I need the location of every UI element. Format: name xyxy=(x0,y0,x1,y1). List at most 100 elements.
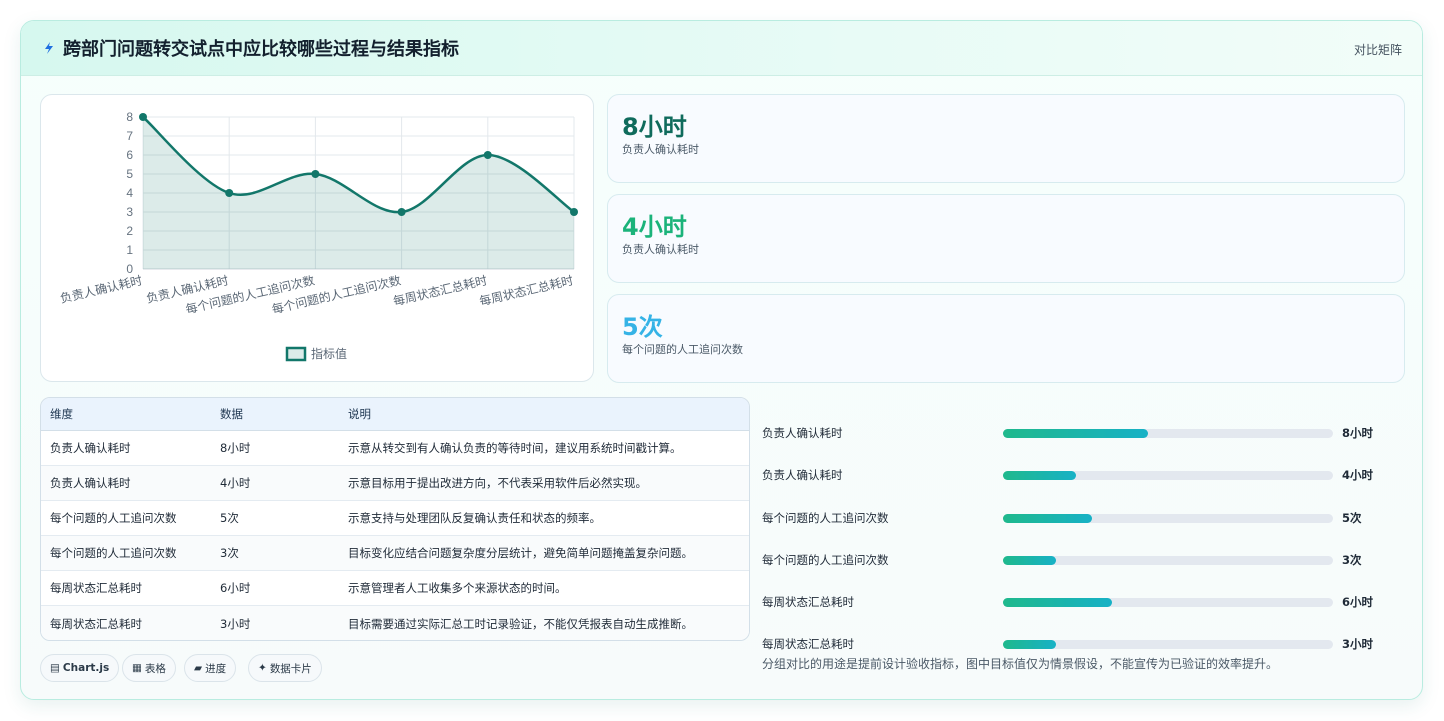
line-chart-panel: 0 1 2 3 4 5 6 7 8 负责人确认耗时 负责人确认耗时 每个问题的人工追问次数 每个问题的人… xyxy=(40,94,594,382)
stat-card: 4小时 负责人确认耗时 xyxy=(607,194,1405,283)
table-cell: 3小时 xyxy=(220,616,251,631)
progress-fill xyxy=(1003,471,1076,480)
data-point xyxy=(225,189,234,197)
progress-value: 3次 xyxy=(1342,553,1362,567)
data-point xyxy=(311,170,320,178)
progress-row: 每周状态汇总耗时 3小时 xyxy=(762,634,1402,654)
stat-label: 负责人确认耗时 xyxy=(622,243,699,256)
table-cell: 示意从转交到有人确认负责的等待时间，建议用系统时间戳计算。 xyxy=(348,441,682,455)
table-cell: 示意目标用于提出改进方向，不代表采用软件后必然实现。 xyxy=(348,476,647,490)
y-tick-label: 2 xyxy=(126,224,133,238)
stat-value: 4小时 xyxy=(622,213,687,241)
table-cell: 每周状态汇总耗时 xyxy=(50,581,142,595)
table-row: 每周状态汇总耗时 6小时 示意管理者人工收集多个来源状态的时间。 xyxy=(41,571,749,606)
y-tick-label: 7 xyxy=(126,129,133,143)
progress-label: 负责人确认耗时 xyxy=(762,426,843,440)
y-tick-label: 4 xyxy=(126,186,133,200)
progress-track xyxy=(1003,471,1333,480)
progress-fill xyxy=(1003,514,1093,523)
table-cell: 3次 xyxy=(220,546,239,560)
table-cell: 5次 xyxy=(220,511,239,525)
progress-track xyxy=(1003,598,1333,607)
x-tick-label: 负责人确认耗时 xyxy=(59,273,144,306)
stat-card: 8小时 负责人确认耗时 xyxy=(607,94,1405,183)
table-row: 每个问题的人工追问次数 5次 示意支持与处理团队反复确认责任和状态的频率。 xyxy=(41,501,749,536)
page-title: 跨部门问题转交试点中应比较哪些过程与结果指标 xyxy=(63,39,459,60)
progress-fill xyxy=(1003,556,1056,565)
table-cell: 示意管理者人工收集多个来源状态的时间。 xyxy=(348,581,567,595)
main-card: 跨部门问题转交试点中应比较哪些过程与结果指标 对比矩阵 0 1 2 3 4 5 6 7 8 负责人… xyxy=(20,20,1423,700)
chip-label: Chart.js xyxy=(62,662,110,674)
progress-label: 每周状态汇总耗时 xyxy=(762,637,854,651)
progress-value: 4小时 xyxy=(1342,468,1374,482)
progress-label: 每个问题的人工追问次数 xyxy=(762,553,889,567)
progress-icon: ▰ xyxy=(194,662,203,674)
progress-fill xyxy=(1003,598,1112,607)
stat-label: 每个问题的人工追问次数 xyxy=(622,343,743,356)
column-header-data: 数据 xyxy=(220,407,243,421)
table-header: 维度 数据 说明 xyxy=(41,398,749,431)
table-cell: 8小时 xyxy=(220,441,251,455)
stat-card: 5次 每个问题的人工追问次数 xyxy=(607,294,1405,383)
progress-row: 每个问题的人工追问次数 3次 xyxy=(762,550,1402,570)
table-cell: 每个问题的人工追问次数 xyxy=(50,546,177,560)
chip-data-cards[interactable]: ✦ 数据卡片 xyxy=(248,654,322,682)
progress-fill xyxy=(1003,429,1149,438)
progress-fill xyxy=(1003,640,1056,649)
table-cell: 6小时 xyxy=(220,581,251,595)
x-tick-label: 每周状态汇总耗时 xyxy=(478,272,575,308)
column-header-dimension: 维度 xyxy=(50,407,73,421)
table-cell: 示意支持与处理团队反复确认责任和状态的频率。 xyxy=(348,511,601,525)
progress-value: 8小时 xyxy=(1342,426,1374,440)
progress-value: 5次 xyxy=(1342,511,1362,525)
data-point xyxy=(570,208,578,216)
y-tick-label: 1 xyxy=(126,243,133,257)
chip-chartjs[interactable]: ▤ Chart.js xyxy=(40,654,120,682)
data-point xyxy=(397,208,406,216)
progress-value: 6小时 xyxy=(1342,595,1374,609)
x-tick-label: 每周状态汇总耗时 xyxy=(392,272,489,308)
table-row: 负责人确认耗时 8小时 示意从转交到有人确认负责的等待时间，建议用系统时间戳计算… xyxy=(41,431,749,466)
card-header: 跨部门问题转交试点中应比较哪些过程与结果指标 对比矩阵 xyxy=(21,21,1422,76)
chip-label: 进度 xyxy=(205,662,227,675)
progress-row: 每周状态汇总耗时 6小时 xyxy=(762,592,1402,612)
sparkle-icon: ✦ xyxy=(258,662,267,674)
table-cell: 目标变化应结合问题复杂度分层统计，避免简单问题掩盖复杂问题。 xyxy=(348,546,693,560)
line-chart: 012345678负责人确认耗时 负责人确认耗时每个问题的人工追问次数每个问题的人… xyxy=(59,110,578,362)
stat-value: 5次 xyxy=(622,313,663,341)
progress-track xyxy=(1003,429,1333,438)
progress-row: 每个问题的人工追问次数 5次 xyxy=(762,508,1402,528)
chip-table[interactable]: ▦ 表格 xyxy=(122,654,176,682)
data-point xyxy=(139,113,147,121)
table-cell: 负责人确认耗时 xyxy=(50,476,131,490)
y-tick-label: 3 xyxy=(126,205,133,219)
progress-label: 每个问题的人工追问次数 xyxy=(762,511,889,525)
data-table: 维度 数据 说明 负责人确认耗时 8小时 示意从转交到有人确认负责的等待时间，建… xyxy=(40,397,750,641)
table-icon: ▦ xyxy=(132,662,142,674)
progress-track xyxy=(1003,640,1333,649)
progress-track xyxy=(1003,514,1333,523)
progress-track xyxy=(1003,556,1333,565)
y-tick-label: 6 xyxy=(126,148,133,162)
legend-label: 指标值 xyxy=(311,346,347,361)
table-row: 每个问题的人工追问次数 3次 目标变化应结合问题复杂度分层统计，避免简单问题掩盖… xyxy=(41,536,749,571)
bolt-icon xyxy=(45,42,53,54)
table-cell: 每个问题的人工追问次数 xyxy=(50,511,177,525)
y-tick-label: 8 xyxy=(126,110,133,124)
progress-row: 负责人确认耗时 4小时 xyxy=(762,465,1402,485)
table-row: 负责人确认耗时 4小时 示意目标用于提出改进方向，不代表采用软件后必然实现。 xyxy=(41,466,749,501)
table-cell: 每周状态汇总耗时 xyxy=(50,616,142,631)
chip-progress[interactable]: ▰ 进度 xyxy=(184,654,237,682)
progress-row: 负责人确认耗时 8小时 xyxy=(762,423,1402,443)
stat-label: 负责人确认耗时 xyxy=(622,143,699,156)
stat-value: 8小时 xyxy=(622,113,687,141)
y-tick-label: 5 xyxy=(126,167,133,181)
chart-icon: ▤ xyxy=(50,662,60,674)
table-cell: 负责人确认耗时 xyxy=(50,441,131,455)
legend-swatch xyxy=(285,346,307,362)
compare-matrix-button[interactable]: 对比矩阵 xyxy=(1354,41,1402,58)
chip-label: 数据卡片 xyxy=(269,662,312,675)
progress-list: 负责人确认耗时 8小时 负责人确认耗时 4小时 每个问题的人工追问次数 5次 每… xyxy=(762,397,1412,651)
table-cell: 目标需要通过实际汇总工时记录验证，不能仅凭报表自动生成推断。 xyxy=(348,616,693,631)
progress-label: 负责人确认耗时 xyxy=(762,468,843,482)
